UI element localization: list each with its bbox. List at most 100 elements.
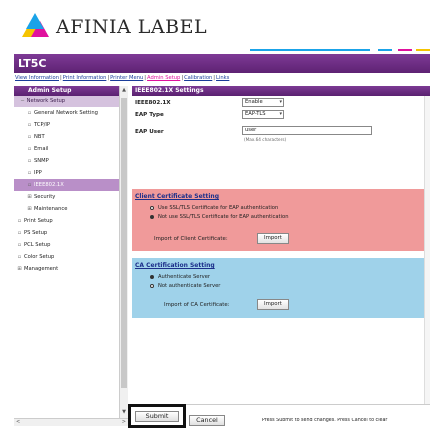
scroll-down-icon[interactable]: ▼ xyxy=(120,409,128,417)
afinia-logo-icon xyxy=(22,13,52,41)
ca-cert-title: CA Certification Setting xyxy=(135,262,215,269)
main-vertical-scrollbar[interactable] xyxy=(424,96,430,406)
radio-icon[interactable] xyxy=(150,283,154,288)
eap-type-select[interactable]: EAP-TLS ▾ xyxy=(242,110,284,119)
nav-item-label: SNMP xyxy=(34,157,49,164)
client-cert-import-label: Import of Client Certificate: xyxy=(154,236,228,242)
client-certificate-panel: Client Certificate Setting Use SSL/TLS C… xyxy=(132,189,428,251)
nav-item-label: NBT xyxy=(34,133,45,140)
top-link-view-information[interactable]: View Information xyxy=(15,75,59,81)
nav-item-tcp-ip[interactable]: ▫ TCP/IP xyxy=(14,119,119,131)
header-dash-bar xyxy=(250,49,430,53)
nav-item-pcl-setup[interactable]: ▫ PCL Setup xyxy=(14,239,119,251)
bottom-help-message: Press Submit to send changes. Press Canc… xyxy=(262,418,388,423)
doc-icon: ▫ xyxy=(17,229,22,236)
main-content: IEEE802.1X Settings IEEE802.1X Enable ▾ … xyxy=(132,86,430,404)
doc-icon: ▫ xyxy=(27,169,32,176)
nav-item-label: Color Setup xyxy=(24,253,55,260)
radio-icon[interactable] xyxy=(150,274,154,279)
top-link-print-information[interactable]: Print Information xyxy=(63,75,107,81)
nav-item-label: IPP xyxy=(34,169,42,176)
submit-button[interactable]: Submit xyxy=(135,411,179,422)
top-link-printer-menu[interactable]: Printer Menu xyxy=(110,75,143,81)
model-name: LT5C xyxy=(18,57,47,70)
chevron-down-icon: ▾ xyxy=(279,111,282,117)
nav-horizontal-scrollbar[interactable]: < > xyxy=(14,418,128,426)
client-cert-import-button[interactable]: Import xyxy=(257,233,289,244)
ca-cert-import-label: Import of CA Certificate: xyxy=(164,302,230,308)
eap-user-hint: (Max.64 characters) xyxy=(244,137,287,142)
chevron-down-icon: ▾ xyxy=(279,99,282,105)
ca-cert-option-not-authenticate[interactable]: Not authenticate Server xyxy=(150,283,220,289)
doc-icon: ▫ xyxy=(27,121,32,128)
nav-item-security[interactable]: ⊞ Security xyxy=(14,191,119,203)
doc-icon: ▫ xyxy=(27,109,32,116)
plus-icon: ⊞ xyxy=(17,265,22,272)
client-cert-title: Client Certificate Setting xyxy=(135,193,219,200)
doc-icon: ▫ xyxy=(27,133,32,140)
nav-item-label: Security xyxy=(34,193,56,200)
scroll-left-icon[interactable]: < xyxy=(16,419,20,425)
nav-vertical-scrollbar[interactable]: ▲ ▼ xyxy=(119,86,128,418)
ca-cert-import-button[interactable]: Import xyxy=(257,299,289,310)
eap-user-input[interactable]: user xyxy=(242,126,372,135)
scroll-thumb[interactable] xyxy=(121,98,127,388)
plus-icon: ⊞ xyxy=(27,205,32,212)
left-navigation: Admin Setup − Network Setup ▫ General Net… xyxy=(14,86,119,422)
doc-icon: ▫ xyxy=(27,181,32,188)
nav-group-label: Network Setup xyxy=(26,98,66,104)
submit-highlight-box: Submit xyxy=(128,404,186,428)
nav-item-management[interactable]: ⊞ Management xyxy=(14,263,119,275)
scroll-right-icon[interactable]: > xyxy=(122,419,126,425)
nav-group-network-setup[interactable]: − Network Setup xyxy=(14,96,119,107)
nav-item-color-setup[interactable]: ▫ Color Setup xyxy=(14,251,119,263)
ieee-label: IEEE802.1X xyxy=(135,100,171,106)
eap-type-select-value: EAP-TLS xyxy=(245,111,266,117)
cancel-button[interactable]: Cancel xyxy=(189,415,225,426)
radio-icon[interactable] xyxy=(150,214,154,219)
nav-item-label: General Network Setting xyxy=(34,109,98,116)
nav-item-label: IEEE802.1X xyxy=(34,181,64,188)
eap-user-label: EAP User xyxy=(135,129,164,135)
top-link-calibration[interactable]: Calibration xyxy=(184,75,212,81)
ieee-select-value: Enable xyxy=(245,99,263,105)
nav-header-admin-setup[interactable]: Admin Setup xyxy=(14,86,119,96)
scroll-up-icon[interactable]: ▲ xyxy=(120,87,128,95)
nav-item-maintenance[interactable]: ⊞ Maintenance xyxy=(14,203,119,215)
nav-item-label: TCP/IP xyxy=(34,121,51,128)
ca-cert-option-authenticate-label: Authenticate Server xyxy=(158,274,211,280)
doc-icon: ▫ xyxy=(17,241,22,248)
nav-item-ps-setup[interactable]: ▫ PS Setup xyxy=(14,227,119,239)
nav-item-label: Management xyxy=(24,265,59,272)
ieee-select[interactable]: Enable ▾ xyxy=(242,98,284,107)
doc-icon: ▫ xyxy=(17,253,22,260)
minus-icon: − xyxy=(20,98,25,104)
nav-item-label: Email xyxy=(34,145,49,152)
ca-cert-option-authenticate[interactable]: Authenticate Server xyxy=(150,274,210,280)
page-title: IEEE802.1X Settings xyxy=(132,86,430,96)
nav-item-label: PCL Setup xyxy=(24,241,51,248)
ca-cert-option-not-authenticate-label: Not authenticate Server xyxy=(158,283,221,289)
nav-item-ieee802-1x[interactable]: ▫ IEEE802.1X xyxy=(14,178,119,191)
nav-item-label: Print Setup xyxy=(24,217,53,224)
radio-icon[interactable] xyxy=(150,205,154,210)
nav-item-print-setup[interactable]: ▫ Print Setup xyxy=(14,215,119,227)
nav-item-ipp[interactable]: ▫ IPP xyxy=(14,167,119,179)
eap-type-label: EAP Type xyxy=(135,112,164,118)
nav-item-nbt[interactable]: ▫ NBT xyxy=(14,131,119,143)
client-cert-option-not-use-label: Not use SSL/TLS Certificate for EAP auth… xyxy=(158,214,289,220)
nav-item-email[interactable]: ▫ Email xyxy=(14,143,119,155)
client-cert-option-use[interactable]: Use SSL/TLS Certificate for EAP authenti… xyxy=(150,205,278,211)
brand-logo: AFINIA LABEL xyxy=(22,10,207,44)
client-cert-option-use-label: Use SSL/TLS Certificate for EAP authenti… xyxy=(158,205,279,211)
client-cert-option-not-use[interactable]: Not use SSL/TLS Certificate for EAP auth… xyxy=(150,214,288,220)
nav-item-general-network-setting[interactable]: ▫ General Network Setting xyxy=(14,107,119,119)
doc-icon: ▫ xyxy=(27,157,32,164)
nav-item-snmp[interactable]: ▫ SNMP xyxy=(14,155,119,167)
doc-icon: ▫ xyxy=(17,217,22,224)
nav-item-label: Maintenance xyxy=(34,205,68,212)
top-link-links[interactable]: Links xyxy=(216,75,229,81)
brand-name: AFINIA LABEL xyxy=(56,16,208,38)
top-link-admin-setup[interactable]: Admin Setup xyxy=(147,75,180,81)
doc-icon: ▫ xyxy=(27,145,32,152)
